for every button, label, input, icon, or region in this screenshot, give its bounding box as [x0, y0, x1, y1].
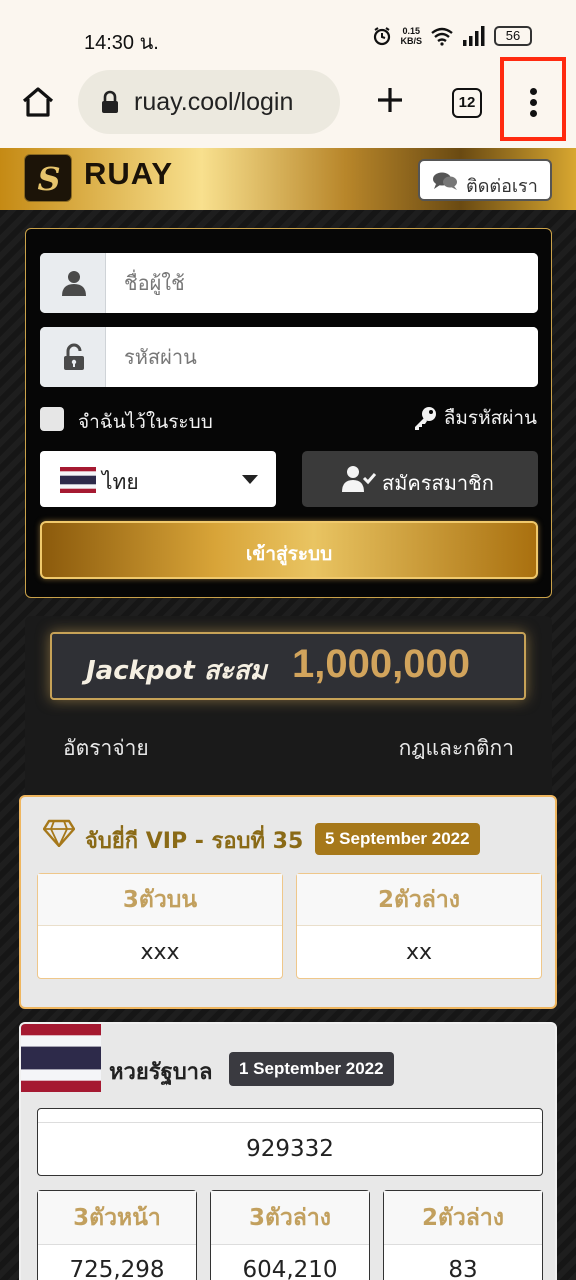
first-prize-box: 929332: [37, 1108, 543, 1176]
logo-letter: S: [37, 160, 61, 198]
key-icon: [414, 407, 436, 430]
remember-label: จำฉันไว้ในระบบ: [78, 411, 213, 433]
language-label: ไทย: [102, 470, 139, 494]
gov-col-2bottom: 2ตัวล่าง 83: [383, 1190, 543, 1280]
gov-col-value: 83: [448, 1257, 478, 1280]
login-button[interactable]: เข้าสู่ระบบ: [40, 521, 538, 579]
network-speed-value: 0.15: [402, 26, 420, 36]
unlock-icon: [64, 343, 84, 370]
jackpot-box: Jackpot สะสม 1,000,000: [50, 632, 526, 700]
site-logo[interactable]: S: [24, 154, 72, 202]
first-prize-value: 929332: [246, 1136, 334, 1162]
network-speed-unit: KB/S: [400, 36, 422, 46]
contact-button[interactable]: ติดต่อเรา: [418, 159, 552, 201]
lock-icon: [102, 90, 118, 113]
home-icon[interactable]: [20, 84, 56, 120]
network-speed: 0.15 KB/S: [400, 26, 422, 46]
password-prefix: [40, 327, 106, 387]
vip-col-label: 2ตัวล่าง: [297, 874, 541, 926]
vip-col-3top: 3ตัวบน xxx: [37, 873, 283, 979]
gov-col-label: 2ตัวล่าง: [384, 1191, 542, 1245]
gov-col-3front: 3ตัวหน้า 725,298: [37, 1190, 197, 1280]
site-header: S RUAY ติดต่อเรา: [0, 148, 576, 210]
vip-result-card[interactable]: จับยี่กี VIP - รอบที่ 35 5 September 202…: [19, 795, 557, 1009]
government-date-badge: 1 September 2022: [229, 1052, 394, 1086]
forgot-password-label: ลืมรหัสผ่าน: [443, 407, 537, 429]
payout-rates-link[interactable]: อัตราจ่าย: [63, 732, 149, 765]
diamond-icon: [43, 819, 75, 847]
url-text: ruay.cool/login: [134, 88, 294, 116]
vip-col-value: xx: [405, 940, 433, 965]
login-form: จำฉันไว้ในระบบ ลืมรหัสผ่าน ไทย สมัครสมาช…: [25, 228, 552, 598]
gov-col-label: 3ตัวหน้า: [38, 1191, 196, 1245]
signal-icon: [463, 26, 485, 46]
vip-col-2bottom: 2ตัวล่าง xx: [296, 873, 542, 979]
address-bar[interactable]: ruay.cool/login: [78, 70, 340, 134]
menu-dot: [530, 99, 537, 106]
register-label: สมัครสมาชิก: [382, 471, 494, 495]
government-lottery-card[interactable]: หวยรัฐบาล 1 September 2022 929332 3ตัวหน…: [19, 1022, 557, 1280]
alarm-icon: [374, 27, 391, 46]
rules-link[interactable]: กฎและกติกา: [399, 732, 514, 765]
register-button[interactable]: สมัครสมาชิก: [302, 451, 538, 507]
gov-col-3bottom: 3ตัวล่าง 604,210: [210, 1190, 370, 1280]
vip-title: จับยี่กี VIP - รอบที่ 35: [85, 829, 304, 854]
vip-date-badge: 5 September 2022: [315, 823, 480, 855]
contact-label: ติดต่อเรา: [466, 176, 538, 197]
username-input[interactable]: [106, 253, 538, 313]
status-icons: 0.15 KB/S 56: [372, 26, 532, 46]
jackpot-value: 1,000,000: [292, 642, 470, 686]
language-select[interactable]: ไทย: [40, 451, 276, 507]
password-input[interactable]: [106, 327, 538, 387]
government-title: หวยรัฐบาล: [109, 1060, 213, 1085]
login-label: เข้าสู่ระบบ: [245, 543, 333, 565]
username-prefix: [40, 253, 106, 313]
chat-icon: [433, 172, 457, 190]
username-field: [40, 253, 538, 313]
caret-down-icon: [242, 475, 258, 484]
gov-col-label: 3ตัวล่าง: [211, 1191, 369, 1245]
more-vert-icon[interactable]: [500, 57, 566, 141]
status-time: 14:30 น.: [84, 32, 159, 54]
browser-toolbar: ruay.cool/login 12: [0, 57, 576, 148]
vip-col-value: xxx: [140, 940, 180, 965]
user-icon: [62, 271, 86, 296]
jackpot-section: Jackpot สะสม 1,000,000 อัตราจ่าย กฎและกต…: [25, 616, 552, 800]
forgot-password-link[interactable]: ลืมรหัสผ่าน: [412, 403, 537, 433]
tabs-icon[interactable]: 12: [452, 88, 482, 118]
battery-icon: 56: [494, 26, 532, 46]
wifi-icon: [431, 27, 453, 46]
vip-col-label: 3ตัวบน: [38, 874, 282, 926]
status-bar: 14:30 น. 0.15 KB/S 56: [0, 0, 576, 70]
gov-col-value: 725,298: [69, 1257, 165, 1280]
password-field: [40, 327, 538, 387]
brand-name: RUAY: [84, 156, 173, 191]
plus-icon[interactable]: [374, 84, 406, 116]
menu-dot: [530, 88, 537, 95]
first-prize-header: [38, 1109, 542, 1123]
menu-dot: [530, 110, 537, 117]
jackpot-label: Jackpot สะสม: [86, 656, 267, 686]
flag-thailand-icon: [60, 467, 96, 493]
gov-col-value: 604,210: [242, 1257, 338, 1280]
user-check-icon: [342, 466, 376, 492]
flag-thailand-icon: [21, 1024, 101, 1092]
remember-checkbox[interactable]: [40, 407, 64, 431]
